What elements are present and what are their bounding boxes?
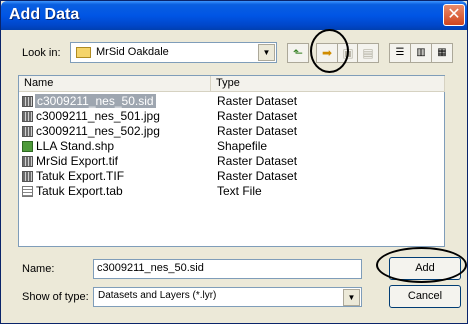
- close-button[interactable]: ✕: [443, 4, 465, 26]
- text-file-icon: [22, 186, 33, 197]
- look-in-label: Look in:: [22, 47, 61, 59]
- raster-dataset-icon: [22, 126, 33, 137]
- delete-button[interactable]: ▤: [357, 43, 379, 63]
- raster-dataset-icon: [22, 111, 33, 122]
- show-of-type-value: Datasets and Layers (*.lyr): [98, 290, 217, 301]
- details-view-button[interactable]: ▥: [410, 43, 432, 63]
- file-type: Text File: [217, 184, 262, 198]
- name-label: Name:: [22, 263, 55, 275]
- list-item[interactable]: LLA Stand.shp Shapefile: [19, 139, 439, 153]
- cancel-button[interactable]: Cancel: [389, 285, 461, 308]
- dialog-title: Add Data: [9, 6, 80, 23]
- raster-dataset-icon: [22, 171, 33, 182]
- column-header-name[interactable]: Name: [19, 76, 211, 92]
- column-header-type[interactable]: Type: [211, 76, 445, 92]
- file-type: Raster Dataset: [217, 94, 298, 108]
- chevron-down-icon[interactable]: ▼: [343, 289, 360, 306]
- thumbnails-view-button[interactable]: ▦: [431, 43, 453, 63]
- list-item[interactable]: Tatuk Export.TIF Raster Dataset: [19, 169, 439, 183]
- look-in-value: MrSid Oakdale: [96, 46, 169, 58]
- thumbnails-view-icon: ▦: [437, 47, 447, 58]
- file-type: Raster Dataset: [217, 124, 298, 138]
- up-one-level-button[interactable]: ⬑: [287, 43, 309, 63]
- chevron-down-icon[interactable]: ▼: [258, 44, 275, 61]
- list-item[interactable]: MrSid Export.tif Raster Dataset: [19, 154, 439, 168]
- file-type: Shapefile: [217, 139, 268, 153]
- add-data-dialog: Add Data ✕ Look in: MrSid Oakdale ▼ ⬑ ➡ …: [0, 0, 468, 324]
- file-list[interactable]: Name Type c3009211_nes_50.sid Raster Dat…: [18, 75, 445, 247]
- show-of-type-dropdown[interactable]: Datasets and Layers (*.lyr) ▼: [93, 287, 362, 307]
- file-name: Tatuk Export.tab: [36, 184, 123, 198]
- list-item[interactable]: Tatuk Export.tab Text File: [19, 184, 439, 198]
- list-view-button[interactable]: ☰: [389, 43, 411, 63]
- file-name: MrSid Export.tif: [36, 154, 119, 168]
- list-item[interactable]: c3009211_nes_502.jpg Raster Dataset: [19, 124, 439, 138]
- show-of-type-label: Show of type:: [22, 291, 89, 303]
- details-view-icon: ▥: [416, 47, 426, 58]
- title-bar[interactable]: Add Data ✕: [1, 1, 467, 30]
- delete-icon: ▤: [362, 46, 374, 60]
- file-name: c3009211_nes_502.jpg: [36, 124, 160, 138]
- file-name: c3009211_nes_501.jpg: [36, 109, 160, 123]
- list-item[interactable]: c3009211_nes_50.sid Raster Dataset: [19, 94, 439, 108]
- file-type: Raster Dataset: [217, 109, 298, 123]
- file-type: Raster Dataset: [217, 154, 298, 168]
- list-item[interactable]: c3009211_nes_501.jpg Raster Dataset: [19, 109, 439, 123]
- file-type: Raster Dataset: [217, 169, 298, 183]
- annotation-circle: [310, 29, 349, 73]
- list-view-icon: ☰: [395, 47, 405, 58]
- raster-dataset-icon: [22, 156, 33, 167]
- look-in-dropdown[interactable]: MrSid Oakdale ▼: [70, 42, 277, 63]
- shapefile-icon: [22, 141, 33, 152]
- folder-icon: [76, 47, 91, 58]
- raster-dataset-icon: [22, 96, 33, 107]
- file-name: LLA Stand.shp: [36, 139, 115, 153]
- name-input[interactable]: c3009211_nes_50.sid: [93, 259, 362, 279]
- annotation-circle: [376, 247, 467, 283]
- file-name: Tatuk Export.TIF: [36, 169, 125, 183]
- up-folder-icon: ⬑: [292, 46, 304, 60]
- file-name: c3009211_nes_50.sid: [35, 94, 156, 108]
